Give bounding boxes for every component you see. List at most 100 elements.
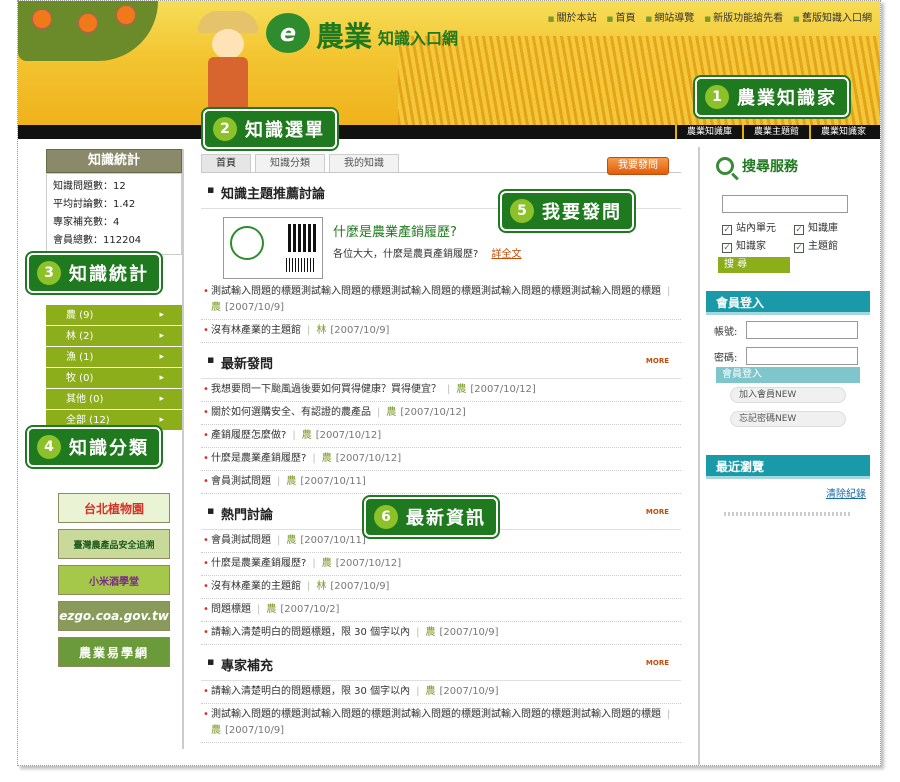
ad-taipei-botanical-garden[interactable]: 台北植物園 xyxy=(58,493,170,523)
callout-label: 知識選單 xyxy=(245,120,325,141)
list-item[interactable]: 沒有林產業的主題館 | 林[2007/10/9] xyxy=(201,320,681,343)
list-item[interactable]: 會員測試問題 | 農[2007/10/11] xyxy=(201,471,681,494)
stat-members: 會員總數：112204 xyxy=(53,235,142,246)
topnav-old-version[interactable]: 舊版知識入口網 xyxy=(793,9,872,24)
item-date: [2007/10/9] xyxy=(330,325,390,336)
item-category: 農 xyxy=(266,604,277,615)
item-category: 農 xyxy=(211,302,221,313)
topnav-preview[interactable]: 新版功能搶先看 xyxy=(704,9,783,24)
ad-millet-school[interactable]: 小米酒學堂 xyxy=(58,565,170,595)
latest-more-link[interactable]: MORE xyxy=(646,357,669,365)
list-item[interactable]: 沒有林產業的主題館 | 林[2007/10/9] xyxy=(201,576,681,599)
separator: | xyxy=(667,286,671,297)
scope-knowledge-expert[interactable]: ✓ 知識家 xyxy=(722,237,794,253)
callout-knowledge-expert: 1 農業知識家 xyxy=(695,77,849,117)
scope-knowledge-base[interactable]: ✓ 知識庫 xyxy=(794,219,866,235)
logo-subtitle: 知識入口網 xyxy=(378,29,459,48)
featured-image[interactable] xyxy=(223,217,323,279)
sub-nav: 農業知識庫 農業主題館 農業知識家 xyxy=(674,125,876,139)
item-title[interactable]: 會員測試問題 xyxy=(211,535,271,546)
expert-more-link[interactable]: MORE xyxy=(646,659,669,667)
clear-history-link[interactable]: 清除紀錄 xyxy=(706,479,870,500)
list-item[interactable]: 產銷履歷怎麼做? | 農[2007/10/12] xyxy=(201,425,681,448)
orange-fruit xyxy=(78,13,98,33)
subnav-theme-hall[interactable]: 農業主題館 xyxy=(741,125,809,139)
featured-description: 各位大大，什麼是農頁產銷履歷? 詳全文 xyxy=(333,245,522,260)
item-category: 農 xyxy=(456,384,467,395)
item-title[interactable]: 關於如何選購安全、有認證的農產品 xyxy=(211,407,371,418)
item-title[interactable]: 測試輸入問題的標題測試輸入問題的標題測試輸入問題的標題測試輸入問題的標題測試輸入… xyxy=(211,286,661,297)
page-frame: e 農業 知識入口網 關於本站 首頁 網站導覽 新版功能搶先看 舊版知識入口網 … xyxy=(17,0,881,766)
hot-more-link[interactable]: MORE xyxy=(646,508,669,516)
subnav-knowledge-base[interactable]: 農業知識庫 xyxy=(674,125,742,139)
dotted-divider xyxy=(724,512,852,516)
ad-food-traceability[interactable]: 臺灣農產品安全追溯 xyxy=(58,529,170,559)
password-input[interactable] xyxy=(746,347,858,365)
logo-title: 農業 xyxy=(316,20,373,53)
scope-theme-hall[interactable]: ✓ 主題館 xyxy=(794,237,866,253)
category-other[interactable]: 其他 (0) xyxy=(46,389,182,410)
item-title[interactable]: 請輸入清楚明白的問題標題，限 30 個字以內 xyxy=(211,686,410,697)
item-title[interactable]: 我想要問一下颱風過後要如何買得健康？買得便宜？ xyxy=(211,384,441,395)
list-item[interactable]: 請輸入清楚明白的問題標題，限 30 個字以內 | 農[2007/10/9] xyxy=(201,681,681,704)
login-button[interactable]: 會員登入 xyxy=(716,367,860,383)
callout-knowledge-categories: 4 知識分類 xyxy=(27,427,161,467)
account-input[interactable] xyxy=(746,321,858,339)
category-agriculture[interactable]: 農 (9) xyxy=(46,305,182,326)
join-member-button[interactable]: 加入會員NEW xyxy=(730,387,846,403)
separator: | xyxy=(377,407,381,418)
item-title[interactable]: 產銷履歷怎麼做? xyxy=(211,430,286,441)
separator: | xyxy=(277,535,281,546)
item-title[interactable]: 什麼是農業產銷履歷? xyxy=(211,558,306,569)
category-fishery[interactable]: 漁 (1) xyxy=(46,347,182,368)
featured-title[interactable]: 什麼是農業產銷履歷? xyxy=(333,221,457,240)
item-title[interactable]: 會員測試問題 xyxy=(211,476,271,487)
search-input[interactable] xyxy=(722,195,848,213)
list-item[interactable]: 關於如何選購安全、有認證的農產品 | 農[2007/10/12] xyxy=(201,402,681,425)
item-title[interactable]: 測試輸入問題的標題測試輸入問題的標題測試輸入問題的標題測試輸入問題的標題測試輸入… xyxy=(211,709,661,720)
password-label: 密碼: xyxy=(714,352,738,364)
item-date: [2007/10/12] xyxy=(335,453,402,464)
list-item[interactable]: 測試輸入問題的標題測試輸入問題的標題測試輸入問題的標題測試輸入問題的標題測試輸入… xyxy=(201,704,681,743)
scope-site[interactable]: ✓ 站內單元 xyxy=(722,219,794,235)
topnav-sitemap[interactable]: 網站導覽 xyxy=(645,9,694,24)
search-header: 搜尋服務 xyxy=(706,151,870,181)
subnav-knowledge-expert[interactable]: 農業知識家 xyxy=(808,125,876,139)
topnav-home[interactable]: 首頁 xyxy=(607,9,635,24)
site-logo[interactable]: e 農業 知識入口網 xyxy=(266,11,496,55)
login-title: 會員登入 xyxy=(706,291,870,315)
item-title[interactable]: 沒有林產業的主題館 xyxy=(211,325,301,336)
scarecrow-illustration xyxy=(198,11,258,111)
item-title[interactable]: 沒有林產業的主題館 xyxy=(211,581,301,592)
list-item[interactable]: 我想要問一下颱風過後要如何買得健康？買得便宜？ | 農[2007/10/12] xyxy=(201,379,681,402)
tab-categories[interactable]: 知識分類 xyxy=(255,154,325,172)
left-divider xyxy=(182,149,184,749)
orange-fruit xyxy=(32,9,52,29)
list-item[interactable]: 請輸入清楚明白的問題標題，限 30 個字以內 | 農[2007/10/9] xyxy=(201,622,681,645)
search-button[interactable]: 搜 尋 xyxy=(718,257,790,273)
item-title[interactable]: 問題標題 xyxy=(211,604,251,615)
category-forestry[interactable]: 林 (2) xyxy=(46,326,182,347)
list-item[interactable]: 測試輸入問題的標題測試輸入問題的標題測試輸入問題的標題測試輸入問題的標題測試輸入… xyxy=(201,281,681,320)
list-item[interactable]: 什麼是農業產銷履歷? | 農[2007/10/12] xyxy=(201,553,681,576)
featured-read-more-link[interactable]: 詳全文 xyxy=(492,249,522,260)
item-date: [2007/10/12] xyxy=(315,430,382,441)
tab-my-knowledge[interactable]: 我的知識 xyxy=(329,154,399,172)
topnav-about[interactable]: 關於本站 xyxy=(548,9,597,24)
tab-home[interactable]: 首頁 xyxy=(201,154,251,172)
item-title[interactable]: 什麼是農業產銷履歷? xyxy=(211,453,306,464)
ad-agri-elearning[interactable]: 農業易學網 xyxy=(58,637,170,667)
ad-ezgo[interactable]: ezgo.coa.gov.tw xyxy=(58,601,170,631)
item-category: 農 xyxy=(301,430,312,441)
category-livestock[interactable]: 牧 (0) xyxy=(46,368,182,389)
callout-label: 我要發問 xyxy=(542,202,622,223)
section-expert-title: 專家補充 xyxy=(201,645,681,681)
separator: | xyxy=(312,453,316,464)
callout-knowledge-menu: 2 知識選單 xyxy=(203,109,337,149)
left-column: 知識統計 知識問題數：12 平均討論數：1.42 專家補充數：4 會員總數：11… xyxy=(46,149,182,669)
item-title[interactable]: 請輸入清楚明白的問題標題，限 30 個字以內 xyxy=(211,627,410,638)
list-item[interactable]: 問題標題 | 農[2007/10/2] xyxy=(201,599,681,622)
list-item[interactable]: 什麼是農業產銷履歷? | 農[2007/10/12] xyxy=(201,448,681,471)
separator: | xyxy=(277,476,281,487)
forgot-password-button[interactable]: 忘記密碼NEW xyxy=(730,411,846,427)
